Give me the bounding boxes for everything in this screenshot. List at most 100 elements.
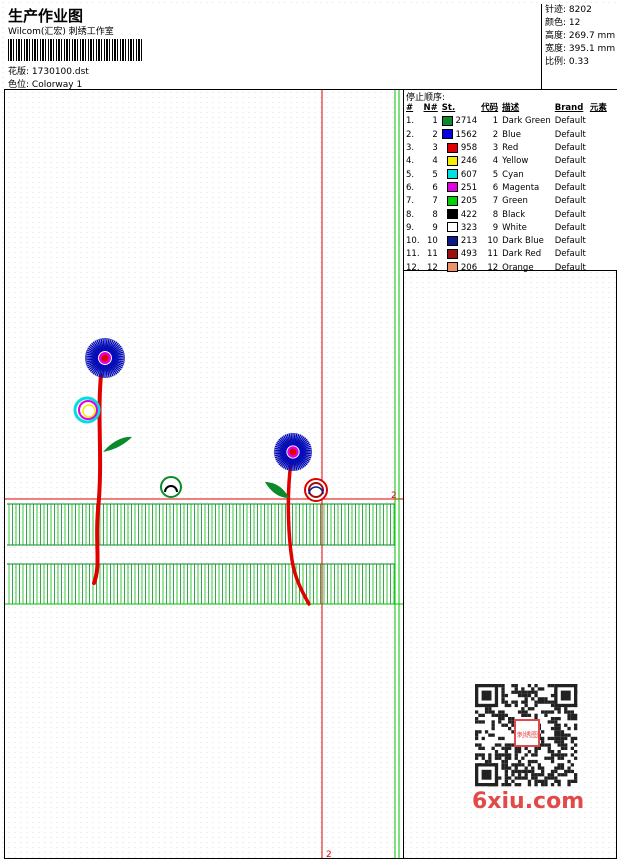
row-stitches: 323 [440,222,479,235]
row-element [588,155,609,168]
color-swatch [441,129,453,140]
row-description: Yellow [502,156,529,167]
stat-height: 高度: 269.7 mm [545,31,616,41]
row-element [588,235,609,248]
row-description: Red [502,143,519,154]
row-brand: Default [554,196,586,207]
row-stitches: 246 [440,155,479,168]
sheet-header: 生产作业图 Wilcom(汇宏) 刺绣工作室 花版: 1730100.dst 色… [4,4,617,90]
table-row: 7. 7 205 7 Green Default [404,195,609,208]
row-index: 5. [406,169,415,180]
color-swatch [447,248,459,259]
row-description: Magenta [502,182,540,193]
row-brand: Default [554,143,586,154]
row-index: 7. [406,196,415,207]
guide-label-right: 2 [391,491,397,501]
row-stitches: 607 [440,168,479,181]
row-element [588,168,609,181]
colorway-value: Colorway 1 [31,80,83,90]
black-white-ball [160,476,182,498]
barcode [8,39,144,61]
embroidery-design: 2 2 [5,90,403,858]
row-code: 9 [492,222,499,233]
row-element [588,195,609,208]
row-index: 1. [406,116,415,127]
row-brand: Default [554,182,586,193]
row-index: 9. [406,222,415,233]
row-stitches: 1562 [440,129,479,142]
row-code: 8 [492,209,499,220]
color-sequence-table: # N# St. 代码 描述 Brand 元素 1. 1 2714 1 Dark Gr… [404,102,609,275]
table-row: 6. 6 251 6 Magenta Default [404,182,609,195]
grass-stitch-field [7,503,395,605]
row-element [588,142,609,155]
row-description: Blue [502,129,521,140]
company-name: Wilcom(汇宏) 刺绣工作室 [8,27,114,37]
row-brand: Default [554,236,586,247]
production-sheet: 生产作业图 Wilcom(汇宏) 刺绣工作室 花版: 1730100.dst 色… [0,0,620,861]
row-description: Orange [502,262,534,273]
row-code: 3 [492,143,499,154]
table-row: 8. 8 422 8 Black Default [404,208,609,221]
design-file-row: 花版: 1730100.dst [8,64,89,77]
table-row: 12. 12 206 12 Orange Default [404,262,609,275]
row-brand: Default [554,209,586,220]
table-header-row: # N# St. 代码 描述 Brand 元素 [404,102,609,115]
table-row: 9. 9 323 9 White Default [404,222,609,235]
row-element [588,222,609,235]
row-brand: Default [554,116,586,127]
row-stitches: 2714 [440,115,479,128]
row-element [588,115,609,128]
row-element [588,182,609,195]
guide-label-bottom: 2 [326,850,332,858]
color-swatch [447,195,459,206]
row-number: 11 [426,249,438,260]
stat-colors: 颜色: 12 [545,18,581,28]
row-element [588,248,609,261]
row-description: Black [502,209,526,220]
row-stitches: 493 [440,248,479,261]
row-stitches: 213 [440,235,479,248]
row-number: 8 [432,209,438,220]
col-index: # [406,103,414,114]
row-index: 11. [406,249,420,260]
stat-width: 宽度: 395.1 mm [545,44,616,54]
row-index: 6. [406,182,415,193]
col-stitches: St. [441,103,456,114]
row-code: 4 [492,156,499,167]
qr-code: 刺绣图 [471,682,581,787]
design-file-value: 1730100.dst [31,67,89,77]
color-swatch [447,235,459,246]
row-code: 11 [487,249,499,260]
col-description: 描述 [502,103,520,114]
row-number: 9 [432,222,438,233]
row-brand: Default [554,222,586,233]
red-ball [304,478,328,502]
left-flower-head [85,338,125,378]
row-number: 6 [432,182,438,193]
row-element [588,208,609,221]
row-index: 12. [406,262,420,273]
row-brand: Default [554,129,586,140]
color-swatch [447,169,459,180]
table-row: 3. 3 958 3 Red Default [404,142,609,155]
row-description: Dark Red [502,249,542,260]
row-description: White [502,222,527,233]
sheet-title: 生产作业图 [8,7,84,25]
col-code: 代码 [481,103,499,114]
row-number: 1 [432,116,438,127]
row-number: 7 [432,196,438,207]
row-index: 2. [406,129,415,140]
color-swatch [441,115,453,126]
stats-box: 针迹: 8202 颜色: 12 高度: 269.7 mm 宽度: 395.1 m… [541,4,617,89]
watermark-text: 6xiu.com [472,789,585,814]
qr-code-graphic: 刺绣图 [475,684,578,787]
row-element [588,129,609,142]
row-stitches: 422 [440,208,479,221]
table-row: 4. 4 246 4 Yellow Default [404,155,609,168]
table-row: 11. 11 493 11 Dark Red Default [404,248,609,261]
colorway-row: 色位: Colorway 1 [8,77,82,90]
table-row: 2. 2 1562 2 Blue Default [404,129,609,142]
row-index: 10. [406,236,420,247]
row-code: 7 [492,196,499,207]
